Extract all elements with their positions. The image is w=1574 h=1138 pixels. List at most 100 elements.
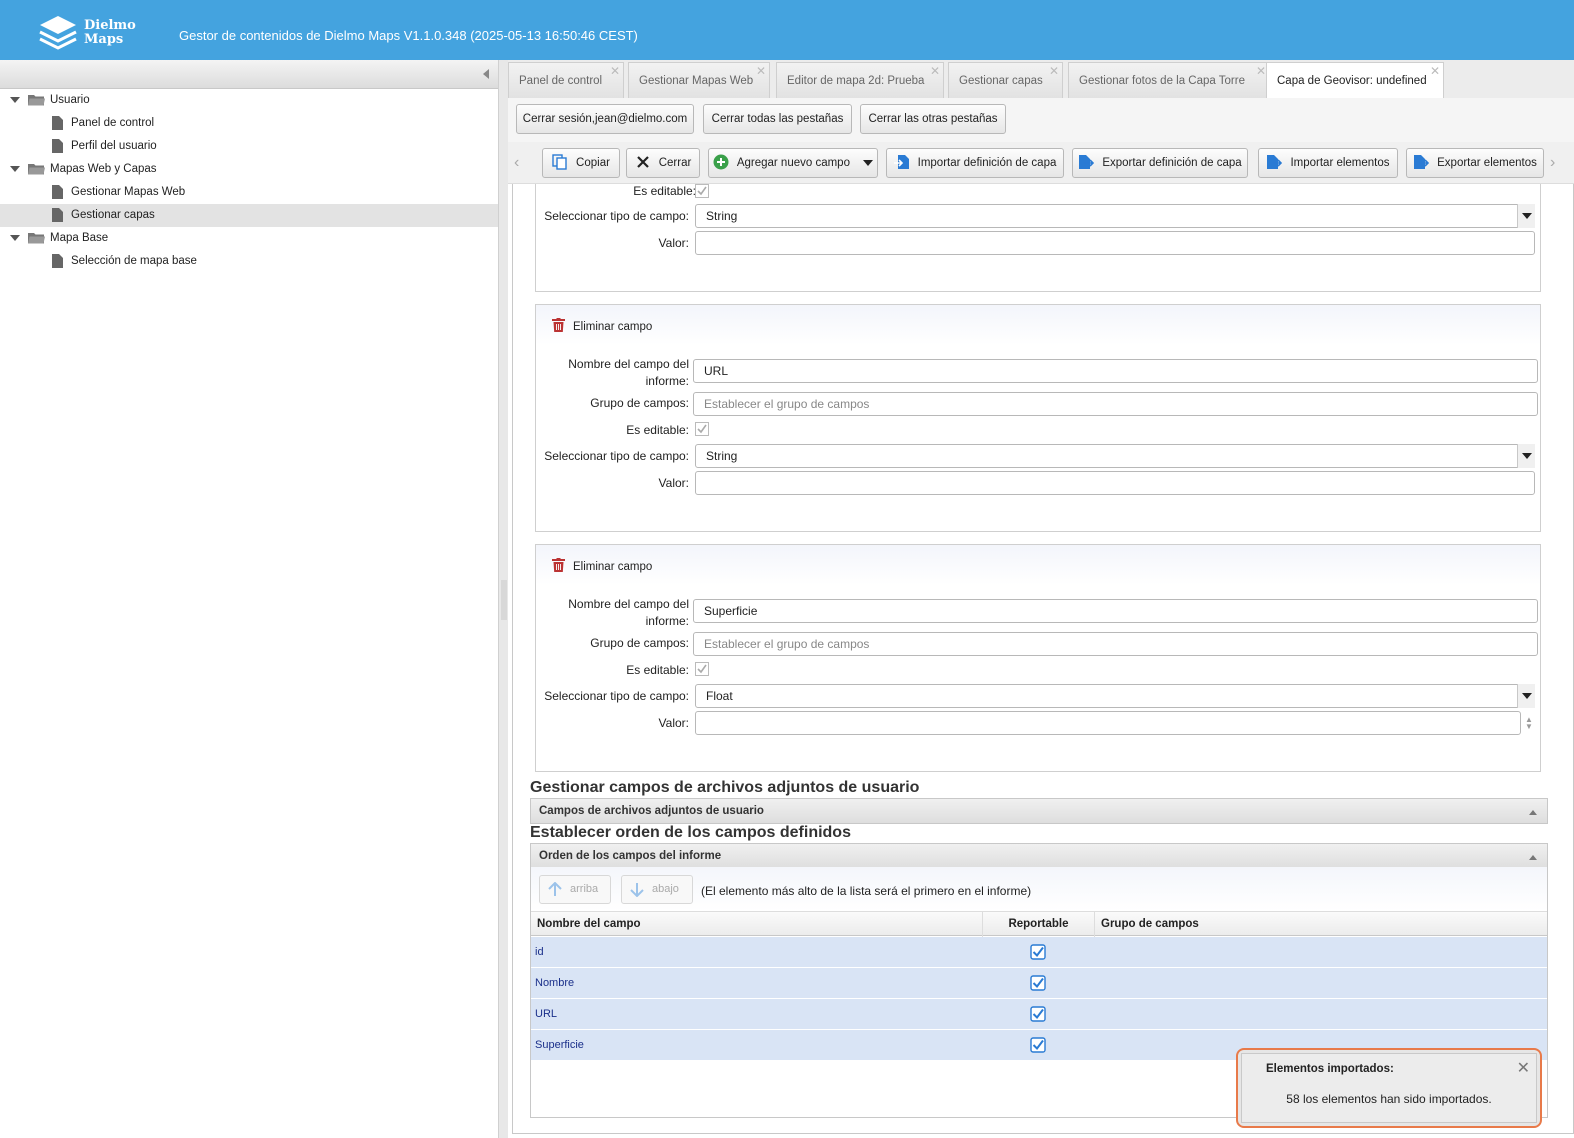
tab-gestionar-capas[interactable]: Gestionar capas ✕: [948, 62, 1063, 98]
delete-field-button[interactable]: Eliminar campo: [552, 318, 652, 334]
close-all-tabs-button[interactable]: Cerrar todas las pestañas: [703, 104, 852, 134]
file-icon: [52, 208, 63, 222]
sidebar-item-seleccion-de-mapa-base[interactable]: Selección de mapa base: [0, 250, 498, 273]
add-field-button[interactable]: Agregar nuevo campo: [708, 148, 878, 178]
column-header-field-name[interactable]: Nombre del campo: [531, 912, 983, 937]
field-group-input[interactable]: Establecer el grupo de campos: [693, 632, 1538, 656]
attachments-section-bar[interactable]: Campos de archivos adjuntos de usuario: [530, 798, 1548, 824]
chevron-right-icon[interactable]: ›: [1550, 154, 1555, 172]
value-input[interactable]: [695, 471, 1535, 495]
collapse-triangle-icon[interactable]: [1529, 855, 1537, 860]
tab-editor-de-mapa[interactable]: Editor de mapa 2d: Prueba ✕: [776, 62, 944, 98]
chevron-left-icon[interactable]: ‹: [514, 154, 519, 172]
column-header-reportable[interactable]: Reportable: [983, 912, 1095, 937]
tab-panel-de-control[interactable]: Panel de control ✕: [508, 62, 624, 98]
tree-group-usuario[interactable]: Usuario: [0, 89, 498, 112]
value-number-input[interactable]: [695, 711, 1521, 735]
close-button[interactable]: Cerrar: [626, 148, 700, 178]
order-section-bar[interactable]: Orden de los campos del informe: [530, 843, 1548, 869]
import-notification: Elementos importados: ✕ 58 los elementos…: [1236, 1048, 1542, 1128]
tab-gestionar-mapas-web[interactable]: Gestionar Mapas Web ✕: [628, 62, 770, 98]
editable-checkbox[interactable]: [695, 422, 709, 436]
field-block-superficie: Eliminar campo Nombre del campo del info…: [535, 544, 1541, 772]
table-row[interactable]: URL: [531, 999, 1547, 1030]
file-icon: [52, 254, 63, 268]
import-layer-definition-button[interactable]: Importar definición de capa: [886, 148, 1064, 178]
close-icon[interactable]: ✕: [1049, 64, 1059, 78]
field-block-partial: Es editable: Seleccionar tipo de campo: …: [535, 184, 1541, 292]
collapse-sidebar-icon[interactable]: [483, 69, 489, 79]
move-down-button[interactable]: abajo: [621, 875, 693, 904]
logout-button[interactable]: Cerrar sesión,jean@dielmo.com: [516, 104, 694, 134]
tab-bar: Panel de control ✕ Gestionar Mapas Web ✕…: [508, 60, 1574, 98]
reportable-checkbox[interactable]: [1030, 975, 1046, 991]
file-icon: [52, 185, 63, 199]
field-block-url: Eliminar campo Nombre del campo del info…: [535, 304, 1541, 532]
file-icon: [52, 139, 63, 153]
dropdown-arrow-icon[interactable]: [863, 159, 874, 166]
sidebar-item-panel-de-control[interactable]: Panel de control: [0, 112, 498, 135]
order-section-title: Establecer orden de los campos definidos: [530, 824, 851, 841]
import-file-icon: [893, 154, 909, 169]
app-title: Gestor de contenidos de Dielmo Maps V1.1…: [179, 28, 638, 43]
dropdown-arrow-icon[interactable]: [1517, 684, 1535, 708]
attachments-section-title: Gestionar campos de archivos adjuntos de…: [530, 779, 920, 796]
table-row[interactable]: Nombre: [531, 968, 1547, 999]
tree-group-mapas-web-y-capas[interactable]: Mapas Web y Capas: [0, 158, 498, 181]
copy-icon: [552, 154, 567, 170]
sidebar-item-gestionar-capas[interactable]: Gestionar capas: [0, 204, 498, 227]
layer-editor-content: Es editable: Seleccionar tipo de campo: …: [512, 184, 1574, 1134]
app-header: Dielmo Maps Gestor de contenidos de Diel…: [0, 0, 1574, 60]
panel-splitter[interactable]: [498, 60, 508, 1138]
export-layer-definition-button[interactable]: Exportar definición de capa: [1072, 148, 1248, 178]
close-icon[interactable]: ✕: [1430, 64, 1440, 78]
editable-checkbox[interactable]: [695, 184, 709, 198]
close-icon[interactable]: ✕: [930, 64, 940, 78]
close-icon[interactable]: ✕: [610, 64, 620, 78]
splitter-handle[interactable]: [501, 580, 507, 620]
close-icon[interactable]: ✕: [1517, 1058, 1530, 1078]
session-toolbar: Cerrar sesión,jean@dielmo.com Cerrar tod…: [508, 98, 1574, 142]
close-other-tabs-button[interactable]: Cerrar las otras pestañas: [860, 104, 1006, 134]
field-type-select[interactable]: String: [695, 444, 1535, 468]
close-icon[interactable]: ✕: [756, 64, 766, 78]
sidebar-item-perfil-del-usuario[interactable]: Perfil del usuario: [0, 135, 498, 158]
reportable-checkbox[interactable]: [1030, 944, 1046, 960]
trash-icon: [552, 558, 565, 572]
column-header-field-group[interactable]: Grupo de campos: [1095, 912, 1547, 937]
tab-gestionar-fotos[interactable]: Gestionar fotos de la Capa Torre ✕: [1068, 62, 1270, 98]
trash-icon: [552, 318, 565, 332]
collapse-triangle-icon[interactable]: [1529, 810, 1537, 815]
tree-group-mapa-base[interactable]: Mapa Base: [0, 227, 498, 250]
notification-title: Elementos importados:: [1266, 1063, 1394, 1075]
import-elements-button[interactable]: Importar elementos: [1258, 148, 1398, 178]
folder-icon: [28, 164, 45, 175]
value-input[interactable]: [695, 231, 1535, 255]
sidebar-item-gestionar-mapas-web[interactable]: Gestionar Mapas Web: [0, 181, 498, 204]
dropdown-arrow-icon[interactable]: [1517, 204, 1535, 228]
reportable-checkbox[interactable]: [1030, 1037, 1046, 1053]
sidebar: Usuario Panel de control Perfil del usua…: [0, 60, 498, 1138]
expand-triangle-icon[interactable]: [10, 166, 20, 172]
table-row[interactable]: id: [531, 937, 1547, 968]
copy-button[interactable]: Copiar: [542, 148, 620, 178]
editable-checkbox[interactable]: [695, 662, 709, 676]
report-field-name-input[interactable]: URL: [693, 359, 1538, 383]
export-elements-button[interactable]: Exportar elementos: [1406, 148, 1544, 178]
report-field-name-input[interactable]: Superficie: [693, 599, 1538, 623]
spinner-arrows-icon[interactable]: ▲ ▼: [1525, 716, 1533, 731]
expand-triangle-icon[interactable]: [10, 97, 20, 103]
field-group-input[interactable]: Establecer el grupo de campos: [693, 392, 1538, 416]
move-up-button[interactable]: arriba: [539, 875, 611, 904]
expand-triangle-icon[interactable]: [10, 235, 20, 241]
folder-icon: [28, 233, 45, 244]
arrow-up-icon: [548, 882, 562, 896]
field-type-select[interactable]: Float: [695, 684, 1535, 708]
field-type-select[interactable]: String: [695, 204, 1535, 228]
reportable-checkbox[interactable]: [1030, 1006, 1046, 1022]
dropdown-arrow-icon[interactable]: [1517, 444, 1535, 468]
tab-capa-de-geovisor[interactable]: Capa de Geovisor: undefined ✕: [1266, 62, 1444, 98]
export-elements-icon: [1414, 154, 1430, 169]
close-icon[interactable]: ✕: [1256, 64, 1266, 78]
delete-field-button[interactable]: Eliminar campo: [552, 558, 652, 574]
